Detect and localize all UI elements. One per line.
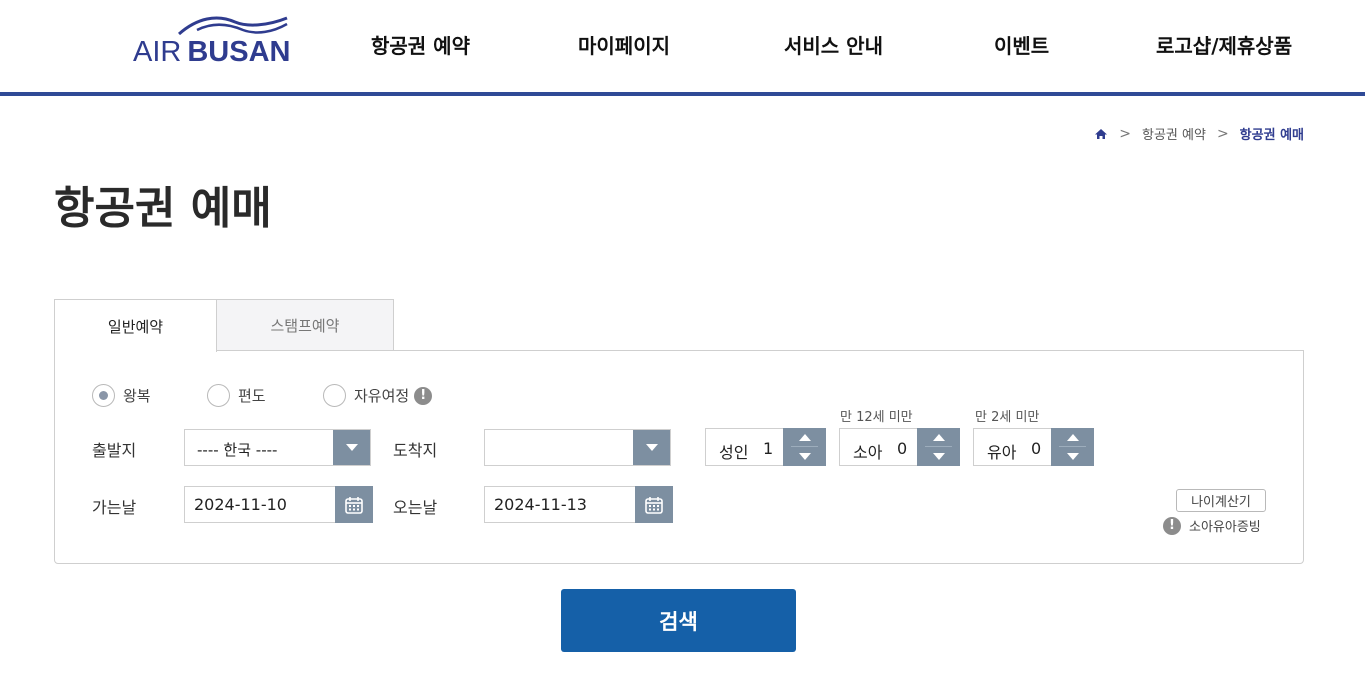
proof-label: 소아유아증빙	[1189, 520, 1261, 535]
breadcrumb-current: 항공권 예매	[1239, 128, 1304, 143]
radio-circle	[207, 384, 230, 407]
radio-label: 왕복	[123, 387, 151, 405]
child-count: 0	[897, 439, 908, 458]
origin-value: ---- 한국 ----	[197, 441, 278, 459]
radio-one-way[interactable]: 편도	[207, 384, 266, 407]
increment-arrow-icon[interactable]	[1051, 428, 1094, 447]
dropdown-arrow-icon[interactable]	[333, 430, 370, 465]
logo-busan: BUSAN	[187, 36, 291, 68]
calendar-icon[interactable]	[635, 486, 673, 523]
tab-general-booking[interactable]: 일반예약	[54, 299, 217, 352]
decrement-arrow-icon[interactable]	[917, 447, 960, 466]
return-date-input[interactable]: 2024-11-13	[484, 486, 673, 523]
radio-multi-city[interactable]: 자유여정 !	[323, 384, 433, 407]
calendar-icon[interactable]	[335, 486, 373, 523]
search-button[interactable]: 검색	[561, 589, 796, 652]
destination-label: 도착지	[393, 441, 438, 460]
chevron-right-icon: >	[1216, 125, 1229, 142]
radio-label: 편도	[238, 387, 266, 405]
nav-logo-shop[interactable]: 로고샵/제휴상품	[1156, 30, 1292, 59]
air-busan-logo[interactable]: AIR BUSAN	[133, 14, 293, 68]
child-label: 소아	[853, 443, 883, 462]
tab-stamp-booking[interactable]: 스탬프예약	[216, 299, 394, 351]
depart-date-input[interactable]: 2024-11-10	[184, 486, 373, 523]
infant-count: 0	[1031, 439, 1042, 458]
increment-arrow-icon[interactable]	[917, 428, 960, 447]
decrement-arrow-icon[interactable]	[783, 447, 826, 466]
return-date-value: 2024-11-13	[494, 495, 587, 514]
logo-wing-icon	[178, 16, 288, 36]
child-counter: 소아 0	[839, 428, 960, 466]
page-title: 항공권 예매	[54, 183, 272, 234]
decrement-arrow-icon[interactable]	[1051, 447, 1094, 466]
child-infant-proof-link[interactable]: ! 소아유아증빙	[1163, 516, 1261, 535]
child-age-hint: 만 12세 미만	[840, 410, 913, 425]
nav-service-guide[interactable]: 서비스 안내	[784, 30, 883, 59]
destination-select[interactable]	[484, 429, 671, 466]
infant-label: 유아	[987, 443, 1017, 462]
adult-counter: 성인 1	[705, 428, 826, 466]
adult-count: 1	[763, 439, 774, 458]
infant-age-hint: 만 2세 미만	[975, 410, 1040, 425]
adult-label: 성인	[719, 443, 749, 462]
return-date-label: 오는날	[393, 498, 438, 517]
dropdown-arrow-icon[interactable]	[633, 430, 670, 465]
origin-select[interactable]: ---- 한국 ----	[184, 429, 371, 466]
info-alert-icon[interactable]: !	[414, 386, 433, 405]
infant-counter: 유아 0	[973, 428, 1094, 466]
radio-circle-checked	[92, 384, 115, 407]
origin-label: 출발지	[92, 441, 137, 460]
logo-text: AIR BUSAN	[133, 36, 290, 69]
depart-date-label: 가는날	[92, 498, 137, 517]
nav-mypage[interactable]: 마이페이지	[578, 30, 670, 59]
chevron-right-icon: >	[1119, 125, 1131, 142]
depart-date-value: 2024-11-10	[194, 495, 287, 514]
home-icon[interactable]	[1094, 127, 1108, 141]
radio-label: 자유여정	[354, 387, 410, 405]
nav-flight-booking[interactable]: 항공권 예약	[371, 30, 470, 59]
radio-round-trip[interactable]: 왕복	[92, 384, 151, 407]
info-alert-icon: !	[1163, 516, 1181, 535]
breadcrumb: > 항공권 예약 > 항공권 예매	[1094, 124, 1304, 143]
nav-events[interactable]: 이벤트	[994, 30, 1049, 59]
age-calculator-button[interactable]: 나이계산기	[1176, 489, 1266, 512]
increment-arrow-icon[interactable]	[783, 428, 826, 447]
breadcrumb-flight-booking[interactable]: 항공권 예약	[1142, 124, 1206, 143]
radio-circle	[323, 384, 346, 407]
site-header: AIR BUSAN 항공권 예약 마이페이지 서비스 안내 이벤트 로고샵/제휴상…	[0, 0, 1365, 96]
logo-air: AIR	[133, 36, 182, 68]
